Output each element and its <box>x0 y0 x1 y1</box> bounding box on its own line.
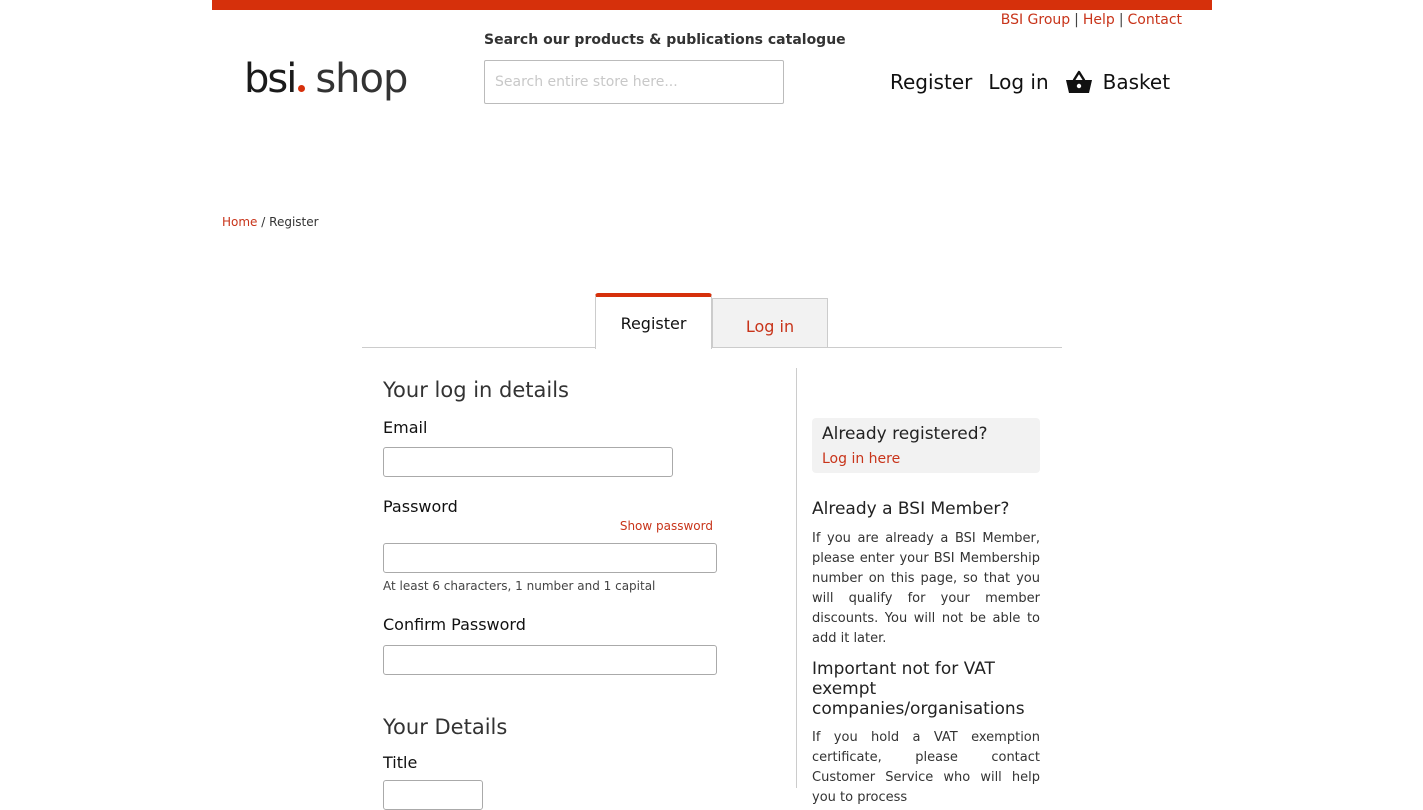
password-field[interactable] <box>383 543 717 573</box>
title-label: Title <box>383 753 418 772</box>
bsi-shop-logo[interactable]: bsi shop <box>244 56 408 112</box>
logo-brand-text: bsi <box>244 56 297 102</box>
search-label: Search our products & publications catal… <box>484 32 846 48</box>
link-bsi-group[interactable]: BSI Group <box>1001 12 1070 28</box>
link-help[interactable]: Help <box>1083 12 1115 28</box>
confirm-password-label: Confirm Password <box>383 615 526 634</box>
email-field[interactable] <box>383 447 673 477</box>
breadcrumb-home[interactable]: Home <box>222 215 257 229</box>
vat-text: If you hold a VAT exemption certificate,… <box>812 730 1040 805</box>
your-details-heading: Your Details <box>383 715 508 739</box>
login-here-link[interactable]: Log in here <box>822 451 900 467</box>
logo-shop-text: shop <box>315 56 408 102</box>
breadcrumb-current: Register <box>269 215 319 229</box>
header-login-link[interactable]: Log in <box>988 70 1048 94</box>
link-contact[interactable]: Contact <box>1128 12 1182 28</box>
password-hint: At least 6 characters, 1 number and 1 ca… <box>383 579 656 593</box>
tab-register-label: Register <box>620 314 687 333</box>
header-register-link[interactable]: Register <box>890 70 972 94</box>
tab-register[interactable]: Register <box>595 293 712 349</box>
already-registered-heading: Already registered? <box>822 424 988 444</box>
confirm-password-field[interactable] <box>383 645 717 675</box>
password-label: Password <box>383 497 458 516</box>
breadcrumb-separator: / <box>261 215 266 229</box>
show-password-link[interactable]: Show password <box>560 519 713 533</box>
breadcrumb: Home / Register <box>222 215 319 229</box>
member-text: If you are already a BSI Member, please … <box>812 531 1040 646</box>
already-registered-box: Already registered? Log in here <box>812 418 1040 473</box>
column-divider <box>796 368 797 788</box>
top-accent-bar <box>212 0 1212 10</box>
top-utility-links: BSI Group | Help | Contact <box>1000 12 1182 28</box>
basket-label: Basket <box>1102 70 1171 94</box>
tabs-underline <box>362 347 1062 348</box>
login-details-heading: Your log in details <box>383 378 569 402</box>
search-input[interactable] <box>484 60 784 104</box>
title-select[interactable] <box>383 780 483 810</box>
basket-button[interactable]: Basket <box>1065 70 1170 94</box>
tab-login[interactable]: Log in <box>712 298 828 347</box>
tab-login-label: Log in <box>745 317 795 336</box>
member-heading: Already a BSI Member? <box>812 499 1010 519</box>
basket-icon <box>1065 70 1092 93</box>
email-label: Email <box>383 418 428 437</box>
logo-red-dot <box>298 85 306 92</box>
top-link-separator: | <box>1118 12 1124 28</box>
header-nav: Register Log in Basket <box>890 70 1170 94</box>
top-link-separator: | <box>1074 12 1079 28</box>
vat-heading: Important not for VAT exempt companies/o… <box>812 659 1025 719</box>
